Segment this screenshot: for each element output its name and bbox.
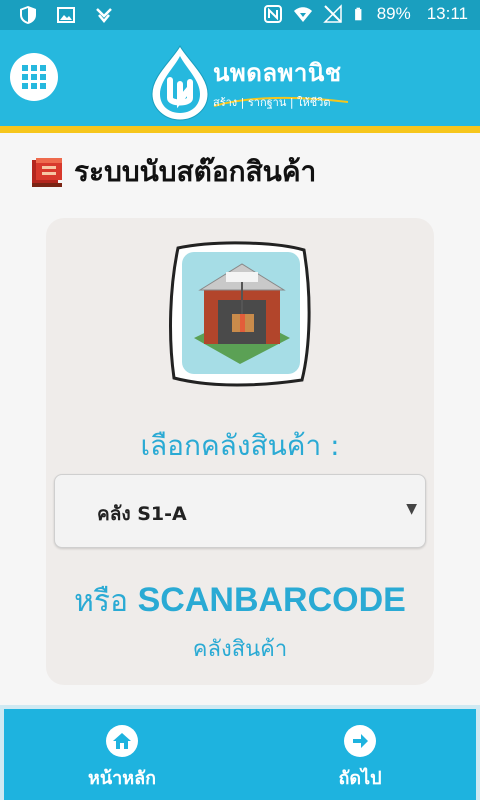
image-icon xyxy=(57,7,75,23)
bottom-nav-inner: หน้าหลัก ถัดไป xyxy=(4,709,476,800)
battery-level: 89% xyxy=(376,4,411,23)
warehouse-select-card: เลือกคลังสินค้า : คลัง S1-A ▼ หรือ SCANB… xyxy=(46,218,434,685)
clock: 13:11 xyxy=(426,4,468,23)
menu-grid-button[interactable] xyxy=(10,53,58,101)
shield-icon xyxy=(20,6,36,24)
or-prefix: หรือ xyxy=(74,584,138,619)
next-button[interactable]: ถัดไป xyxy=(300,725,420,795)
arrow-right-icon xyxy=(344,725,376,757)
scan-barcode-option[interactable]: หรือ SCANBARCODE xyxy=(46,578,434,625)
page-title: ระบบนับสต๊อกสินค้า xyxy=(74,155,317,188)
home-icon xyxy=(106,725,138,757)
selected-warehouse: คลัง S1-A xyxy=(97,503,187,525)
app-header: นพดลพานิช สร้าง | รากฐาน | ให้ชีวิต xyxy=(0,30,480,128)
stock-boxes-icon xyxy=(32,158,62,187)
page-title-row: ระบบนับสต๊อกสินค้า xyxy=(30,150,316,194)
home-label: หน้าหลัก xyxy=(87,768,157,789)
header-stripe xyxy=(0,126,480,133)
warehouse-dropdown[interactable]: คลัง S1-A ▼ xyxy=(54,474,426,548)
battery-icon xyxy=(354,7,362,21)
wifi-icon xyxy=(293,7,312,22)
brand-tagline: สร้าง | รากฐาน | ให้ชีวิต xyxy=(213,96,331,109)
scan-barcode-text: SCANBARCODE xyxy=(137,581,406,619)
scan-barcode-subtitle: คลังสินค้า xyxy=(192,637,288,662)
dropdown-arrow-icon: ▼ xyxy=(406,501,417,517)
brand-name: นพดลพานิช xyxy=(213,59,342,87)
home-button[interactable]: หน้าหลัก xyxy=(62,725,182,795)
status-bar: 89% 13:11 xyxy=(0,0,480,30)
grid-icon xyxy=(22,65,46,89)
bottom-nav: หน้าหลัก ถัดไป xyxy=(0,705,480,800)
no-signal-icon xyxy=(322,4,342,23)
warehouse-icon xyxy=(169,241,311,387)
tv-icon xyxy=(96,8,112,23)
select-warehouse-label: เลือกคลังสินค้า : xyxy=(140,429,340,462)
next-label: ถัดไป xyxy=(338,768,382,789)
nfc-icon xyxy=(263,5,282,23)
